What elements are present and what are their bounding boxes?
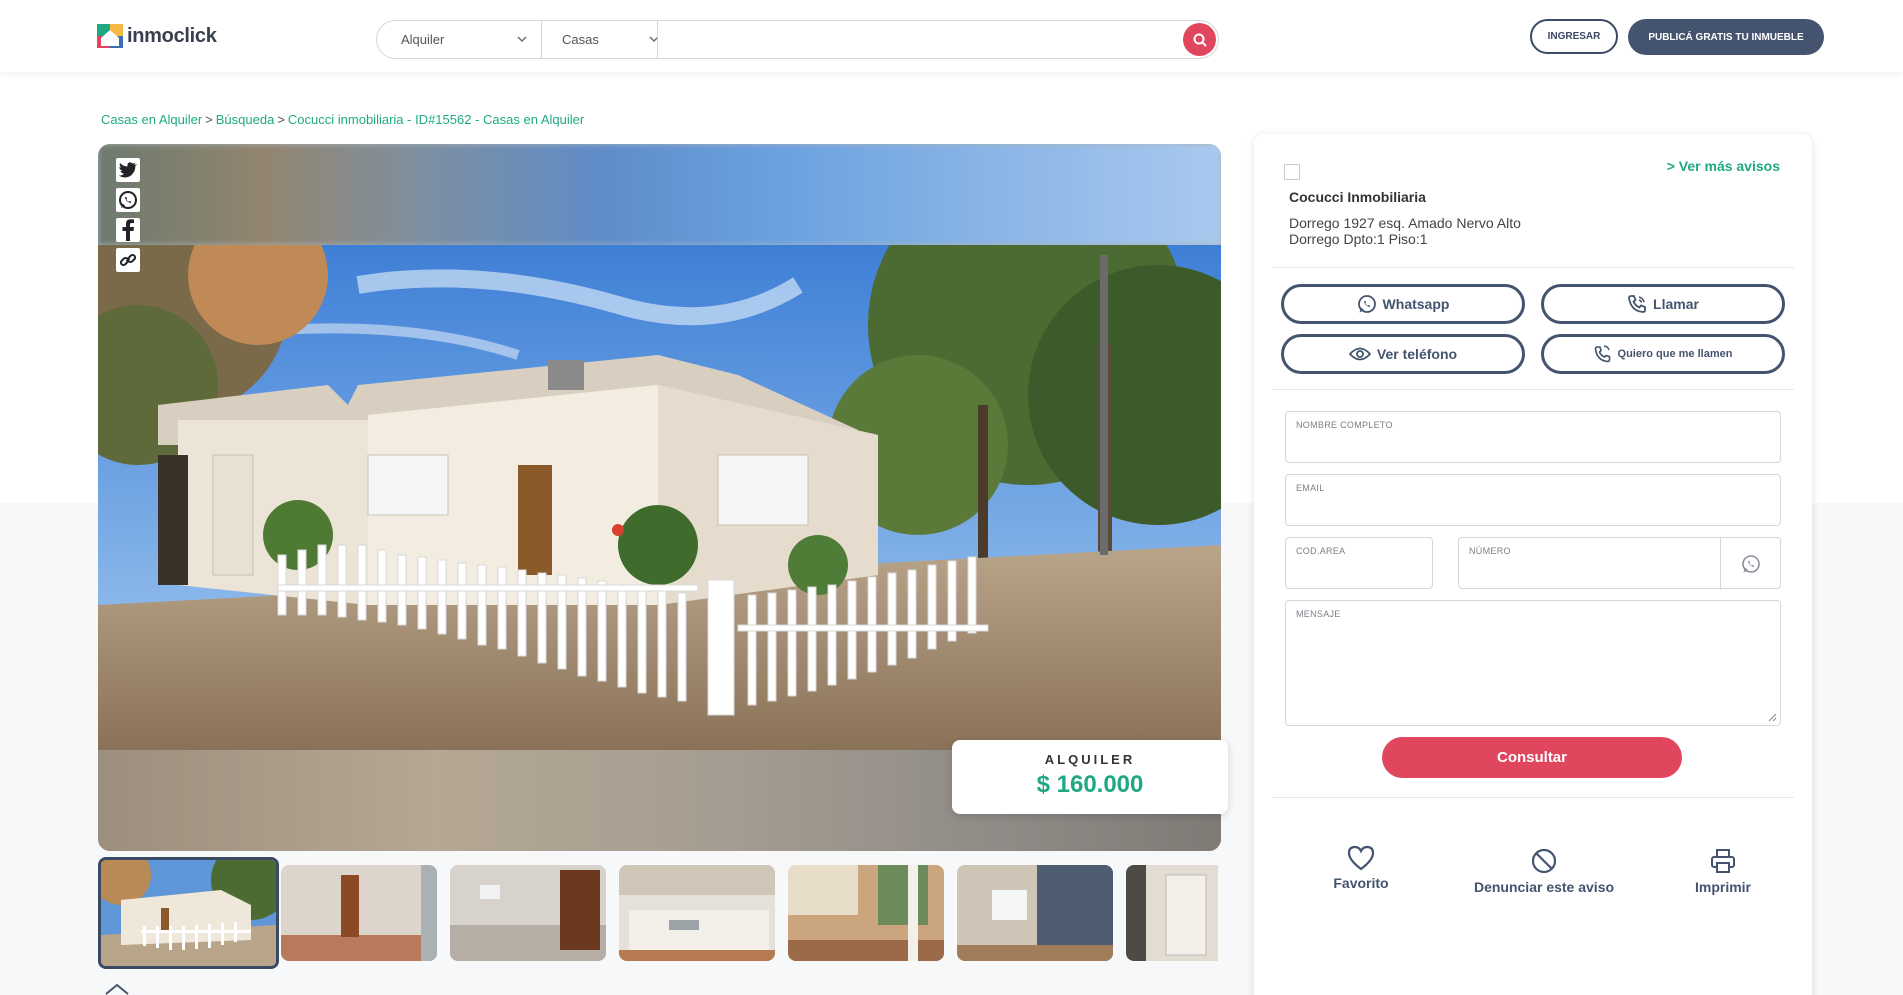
whatsapp-toggle[interactable] [1720,538,1780,590]
show-phone-button[interactable]: Ver teléfono [1281,334,1525,374]
share-facebook-button[interactable] [116,218,140,242]
thumbnail[interactable] [450,865,606,961]
house-photo-illustration [98,245,1221,750]
request-callback-button-label: Quiero que me llamen [1617,348,1733,360]
operation-select[interactable]: Alquiler [401,21,531,58]
breadcrumb-separator: > [277,112,285,127]
email-field-label: EMAIL [1296,483,1325,493]
photo-blur-backdrop-top [98,144,1221,245]
whatsapp-button-label: Whatsapp [1382,296,1450,312]
agency-address-line: Dorrego Dpto:1 Piso:1 [1289,231,1428,247]
divider [1272,267,1794,268]
thumbnail[interactable] [957,865,1113,961]
report-listing-label: Denunciar este aviso [1473,879,1615,895]
heart-icon [1347,845,1375,871]
whatsapp-icon [119,191,137,209]
whatsapp-icon [1357,295,1376,313]
thumbnail[interactable] [1126,865,1218,961]
copy-link-button[interactable] [116,248,140,272]
share-whatsapp-button[interactable] [116,188,140,212]
whatsapp-button[interactable]: Whatsapp [1281,284,1525,324]
phone-icon [1628,295,1646,313]
thumbnail-strip [98,857,1218,969]
breadcrumb-separator: > [205,112,213,127]
report-listing-button[interactable]: Denunciar este aviso [1454,847,1634,895]
operation-select-value: Alquiler [401,32,445,47]
breadcrumb-item[interactable]: Casas en Alquiler [101,112,202,127]
price-card: ALQUILER $ 160.000 [952,740,1228,814]
thumbnail-image [957,865,1113,961]
house-logo-icon [97,24,123,48]
agency-address: Dorrego 1927 esq. Amado Nervo Alto Dorre… [1289,215,1521,247]
top-header: inmoclick Alquiler Casas INGRESAR PUBLIC… [0,0,1903,72]
phone-number-field[interactable]: NÚMERO [1458,537,1781,590]
operation-label: ALQUILER [1044,752,1136,767]
call-button[interactable]: Llamar [1541,284,1785,324]
show-phone-button-label: Ver teléfono [1376,346,1458,362]
agency-address-line: Dorrego 1927 esq. Amado Nervo Alto [1289,215,1521,231]
printer-icon [1711,849,1735,873]
favorite-button[interactable]: Favorito [1316,845,1406,891]
thumbnail[interactable] [788,865,944,961]
property-type-select[interactable]: Casas [541,21,671,58]
agency-logo-image [1284,164,1300,180]
breadcrumb-item[interactable]: Búsqueda [216,112,275,127]
call-button-label: Llamar [1653,296,1699,312]
search-button[interactable] [1183,23,1216,56]
search-bar: Alquiler Casas [376,20,1219,59]
logo[interactable]: inmoclick [97,24,217,48]
phone-number-field-label: NÚMERO [1469,546,1511,556]
print-button[interactable]: Imprimir [1678,847,1768,895]
chevron-up-icon[interactable] [104,982,130,995]
contact-panel: > Ver más avisos Cocucci Inmobiliaria Do… [1254,134,1812,995]
search-divider [657,21,658,58]
more-listings-link[interactable]: > Ver más avisos [1667,158,1780,174]
phone-callback-icon [1594,345,1610,363]
thumbnail-image [450,865,606,961]
thumbnail-image [281,865,437,961]
thumbnail[interactable] [619,865,775,961]
publish-property-button[interactable]: PUBLICÁ GRATIS TU INMUEBLE [1628,19,1824,55]
area-code-field-label: COD.AREA [1296,546,1346,556]
message-field[interactable]: MENSAJE [1285,600,1781,726]
share-twitter-button[interactable] [116,158,140,182]
area-code-field[interactable]: COD.AREA [1285,537,1433,589]
thumbnail[interactable] [98,857,279,969]
login-button[interactable]: INGRESAR [1530,19,1618,54]
main-photo[interactable] [98,245,1221,750]
breadcrumb-item[interactable]: Cocucci inmobiliaria - ID#15562 - Casas … [288,112,584,127]
print-label: Imprimir [1694,879,1751,895]
breadcrumb: Casas en Alquiler > Búsqueda > Cocucci inmob… [101,112,584,127]
facebook-icon [122,219,134,241]
thumbnail-image [788,865,944,961]
favorite-label: Favorito [1333,875,1389,891]
full-name-field[interactable]: NOMBRE COMPLETO [1285,411,1781,463]
submit-inquiry-button[interactable]: Consultar [1382,737,1682,778]
block-icon [1531,848,1557,874]
search-input[interactable] [659,25,1159,54]
email-field[interactable]: EMAIL [1285,474,1781,526]
chevron-down-icon [517,36,527,42]
thumbnail-image [619,865,775,961]
agency-name: Cocucci Inmobiliaria [1289,189,1426,205]
eye-icon [1348,347,1371,361]
whatsapp-icon [1741,555,1760,573]
message-field-label: MENSAJE [1296,609,1341,619]
resize-handle-icon[interactable] [1767,712,1777,722]
request-callback-button[interactable]: Quiero que me llamen [1541,334,1785,374]
price-value: $ 160.000 [1036,771,1144,798]
thumbnail-image [101,860,276,966]
link-icon [119,253,137,267]
full-name-field-label: NOMBRE COMPLETO [1296,420,1393,430]
thumbnail-image [1126,865,1218,961]
divider [1272,797,1794,798]
search-icon [1193,33,1206,46]
property-type-select-value: Casas [562,32,599,47]
divider [1272,389,1794,390]
logo-text: inmoclick [127,24,217,47]
twitter-icon [118,162,137,178]
thumbnail[interactable] [281,865,437,961]
